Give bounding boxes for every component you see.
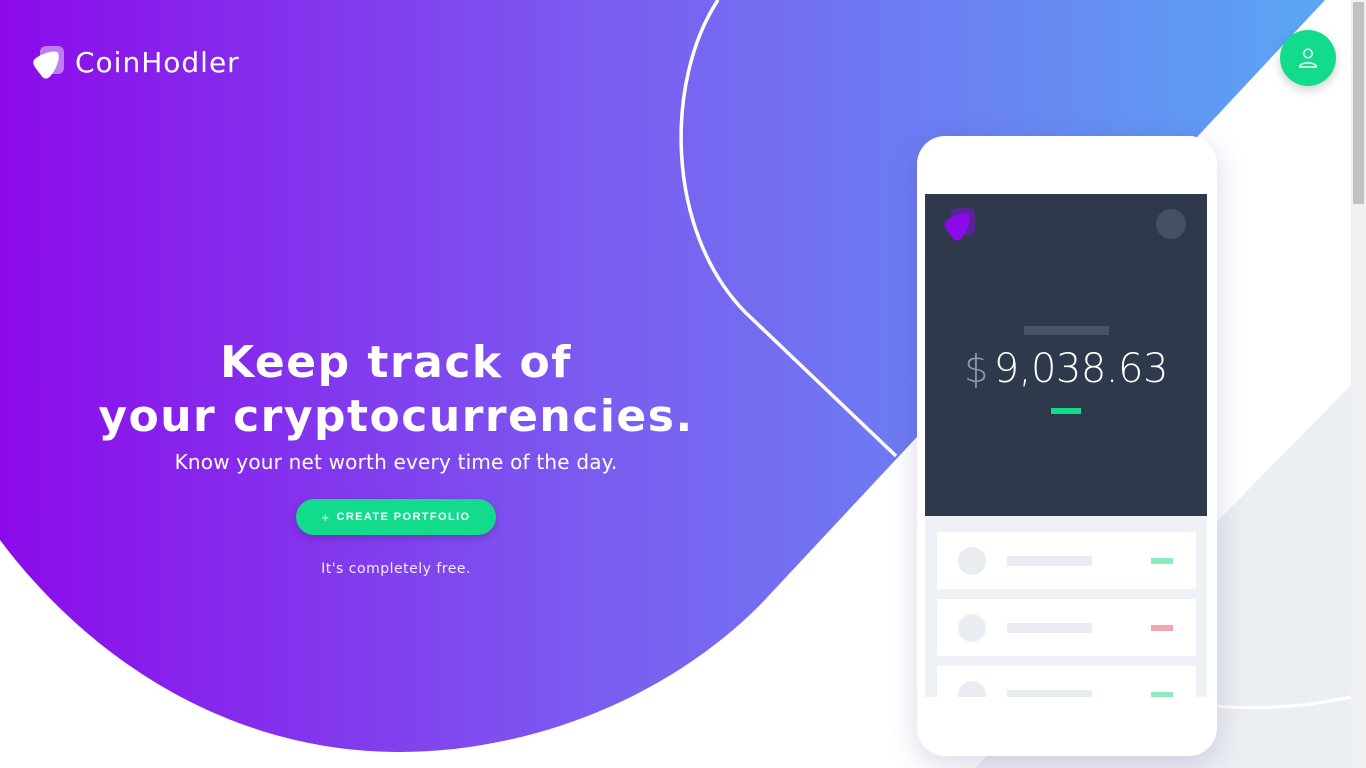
user-icon — [1298, 48, 1318, 68]
plus-icon: + — [321, 509, 331, 525]
brand-name: CoinHodler — [75, 45, 240, 79]
coinhodler-logo-icon — [33, 46, 64, 79]
coin-icon-placeholder — [958, 614, 986, 642]
account-button[interactable] — [1280, 30, 1336, 86]
coin-name-placeholder — [1007, 690, 1092, 697]
phone-screen: $9,038.63 — [925, 194, 1207, 697]
coin-icon-placeholder — [958, 547, 986, 575]
brand[interactable]: CoinHodler — [30, 44, 240, 80]
scrollbar-thumb[interactable] — [1353, 2, 1364, 204]
hero-title: Keep track of your cryptocurrencies. — [70, 336, 722, 444]
hero-subtitle: Know your net worth every time of the da… — [174, 450, 618, 474]
free-note: It's completely free. — [321, 561, 471, 577]
coin-list-item — [937, 532, 1196, 589]
phone-mockup: $9,038.63 — [917, 136, 1217, 756]
coin-icon-placeholder — [958, 681, 986, 697]
coin-change-up-indicator — [1151, 558, 1173, 564]
currency-symbol: $ — [964, 347, 988, 391]
coin-list-item — [937, 666, 1196, 697]
app-logo-icon — [944, 208, 975, 241]
phone-balance-header: $9,038.63 — [925, 194, 1207, 516]
hero-section: Keep track of your cryptocurrencies. Kno… — [70, 336, 722, 577]
coin-name-placeholder — [1007, 623, 1092, 633]
balance-display: $9,038.63 — [925, 346, 1207, 392]
balance-label-placeholder — [1024, 326, 1109, 335]
page-scrollbar[interactable] — [1351, 0, 1366, 768]
create-portfolio-label: CREATE PORTFOLIO — [336, 511, 471, 523]
hero-title-line-2: your cryptocurrencies. — [98, 391, 694, 442]
coin-change-down-indicator — [1151, 625, 1173, 631]
avatar — [1156, 209, 1186, 239]
balance-change-indicator — [1051, 408, 1081, 414]
coin-name-placeholder — [1007, 556, 1092, 566]
landing-page: CoinHodler Keep track of your cryptocurr… — [0, 0, 1366, 768]
create-portfolio-button[interactable]: + CREATE PORTFOLIO — [296, 499, 496, 535]
hero-title-line-1: Keep track of — [220, 337, 572, 388]
coin-change-up-indicator — [1151, 692, 1173, 697]
balance-value: 9,038.63 — [993, 346, 1169, 392]
coin-list-item — [937, 599, 1196, 656]
